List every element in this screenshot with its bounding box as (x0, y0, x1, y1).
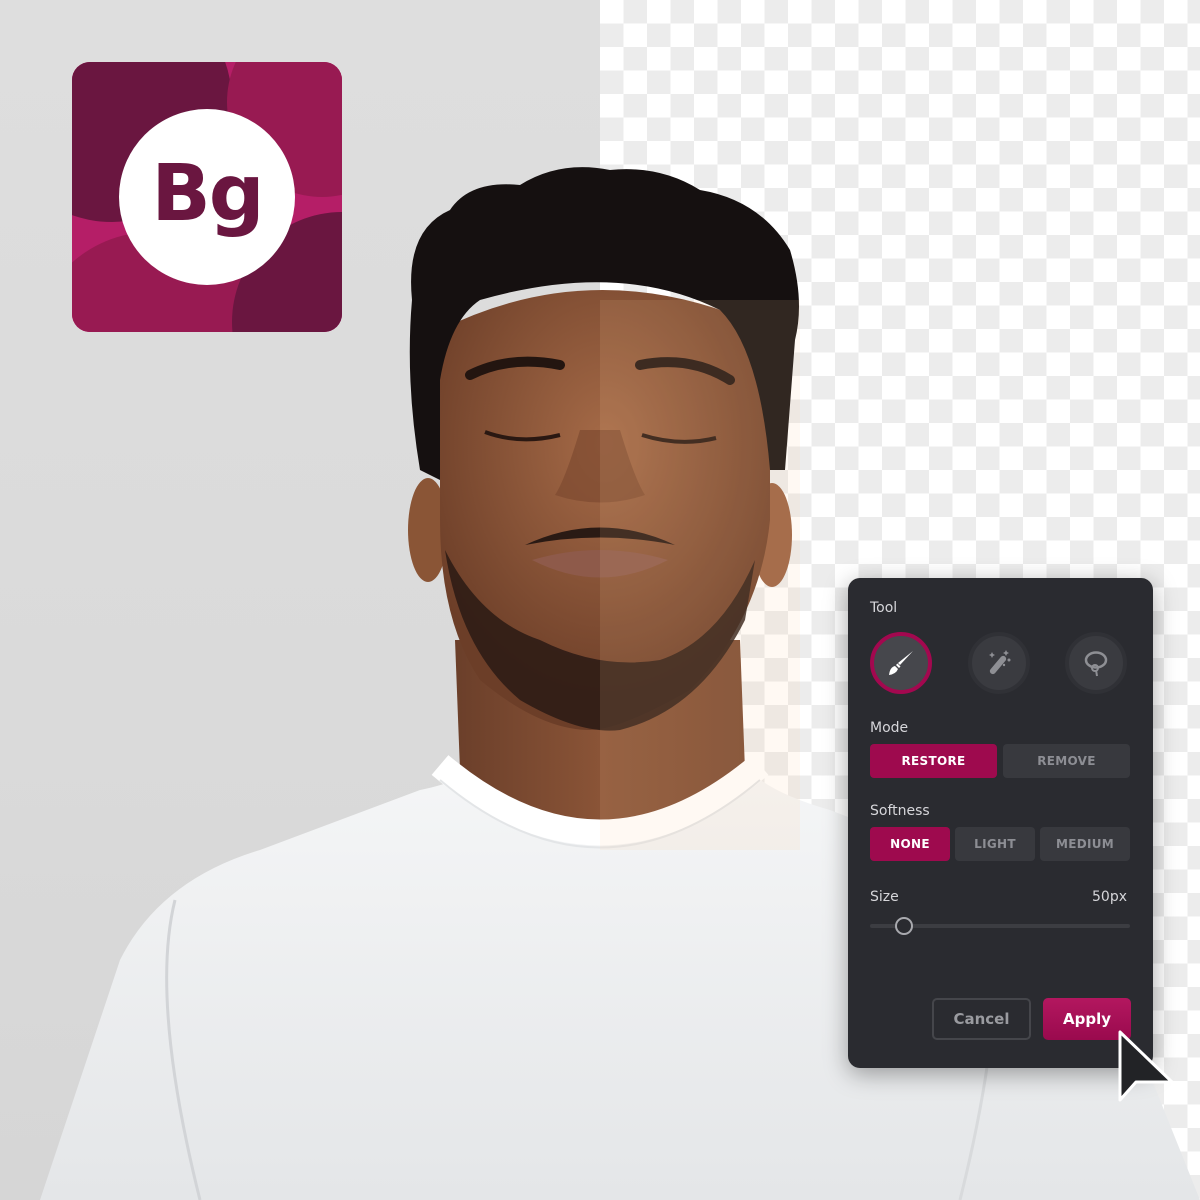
softness-label: Softness (870, 803, 930, 819)
magic-wand-icon (989, 650, 1011, 675)
size-label: Size (870, 889, 899, 905)
softness-light-button[interactable]: LIGHT (955, 827, 1035, 861)
size-value: 50px (1092, 889, 1127, 905)
size-slider-thumb[interactable] (894, 917, 913, 935)
paintbrush-icon (889, 651, 913, 675)
restored-half-overlay (600, 300, 800, 850)
softness-medium-button[interactable]: MEDIUM (1040, 827, 1130, 861)
softness-none-button[interactable]: NONE (870, 827, 950, 861)
mode-remove-button[interactable]: REMOVE (1003, 744, 1130, 778)
tool-label: Tool (870, 600, 898, 616)
tool-brush-button[interactable] (870, 632, 932, 694)
tool-magic-wand-button[interactable] (968, 632, 1030, 694)
lasso-icon (1084, 651, 1108, 677)
mode-restore-button[interactable]: RESTORE (870, 744, 997, 778)
background-editor-panel: Tool Mode RESTORE REMOVE Softness NONE L… (848, 578, 1153, 1068)
app-logo: Bg (72, 62, 342, 332)
tool-lasso-button[interactable] (1065, 632, 1127, 694)
mouse-pointer-icon (1118, 1030, 1174, 1102)
logo-text: Bg (151, 149, 264, 239)
cancel-button[interactable]: Cancel (932, 998, 1031, 1040)
mode-label: Mode (870, 720, 909, 736)
